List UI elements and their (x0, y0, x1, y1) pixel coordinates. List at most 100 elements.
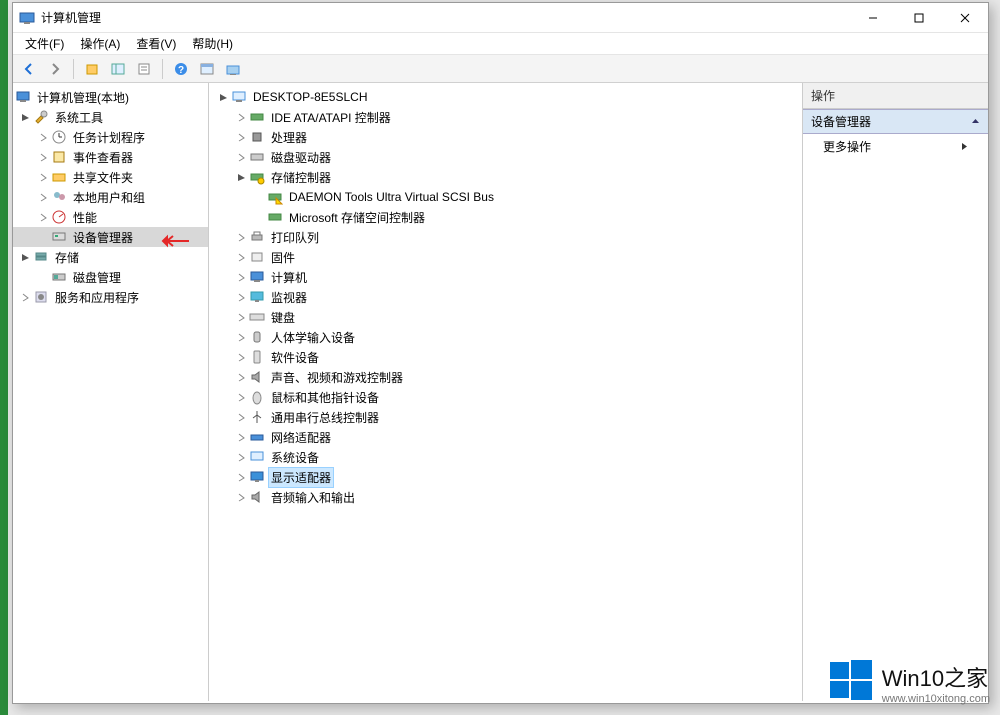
tree-label: IDE ATA/ATAPI 控制器 (269, 108, 393, 127)
device-disk-drives[interactable]: 磁盘驱动器 (209, 147, 802, 167)
expander-icon[interactable] (35, 133, 51, 142)
device-monitors[interactable]: 监视器 (209, 287, 802, 307)
expander-icon[interactable] (233, 233, 249, 242)
tree-item-local-users[interactable]: 本地用户和组 (13, 187, 208, 207)
tree-label: 存储控制器 (269, 168, 333, 187)
device-usb[interactable]: 通用串行总线控制器 (209, 407, 802, 427)
tree-item-disk-management[interactable]: 磁盘管理 (13, 267, 208, 287)
actions-header: 操作 (803, 83, 988, 109)
menu-view[interactable]: 查看(V) (128, 33, 184, 54)
device-daemon[interactable]: DAEMON Tools Ultra Virtual SCSI Bus (209, 187, 802, 207)
device-tree-pane[interactable]: DESKTOP-8E5SLCH IDE ATA/ATAPI 控制器 处理器 磁盘… (209, 83, 802, 701)
expander-icon[interactable] (35, 213, 51, 222)
expander-icon[interactable] (233, 333, 249, 342)
tree-label: DAEMON Tools Ultra Virtual SCSI Bus (287, 189, 496, 205)
expander-icon[interactable] (233, 113, 249, 122)
expander-icon[interactable] (17, 113, 33, 122)
expander-icon[interactable] (233, 373, 249, 382)
expander-icon[interactable] (233, 353, 249, 362)
tree-item-services[interactable]: 服务和应用程序 (13, 287, 208, 307)
tree-item-task-scheduler[interactable]: 任务计划程序 (13, 127, 208, 147)
firmware-icon (249, 249, 265, 265)
expander-icon[interactable] (17, 253, 33, 262)
tree-item-device-manager[interactable]: 设备管理器 (13, 227, 208, 247)
device-audio-io[interactable]: 音频输入和输出 (209, 487, 802, 507)
storage-ctrl-icon (267, 209, 283, 225)
expander-icon[interactable] (17, 293, 33, 302)
windows-logo-icon (828, 658, 874, 707)
device-root[interactable]: DESKTOP-8E5SLCH (209, 87, 802, 107)
expander-icon[interactable] (35, 153, 51, 162)
expander-icon[interactable] (35, 193, 51, 202)
forward-button[interactable] (43, 58, 67, 80)
tree-label: DESKTOP-8E5SLCH (251, 89, 370, 105)
device-hid[interactable]: 人体学输入设备 (209, 327, 802, 347)
expander-icon[interactable] (233, 413, 249, 422)
device-network[interactable]: 网络适配器 (209, 427, 802, 447)
minimize-button[interactable] (850, 3, 896, 33)
back-button[interactable] (17, 58, 41, 80)
device-software[interactable]: 软件设备 (209, 347, 802, 367)
expander-icon[interactable] (233, 153, 249, 162)
actions-more-label: 更多操作 (823, 138, 871, 155)
clock-icon (51, 129, 67, 145)
device-ms-storage[interactable]: Microsoft 存储空间控制器 (209, 207, 802, 227)
disk-icon (51, 269, 67, 285)
tree-item-shared-folders[interactable]: 共享文件夹 (13, 167, 208, 187)
expander-icon[interactable] (233, 473, 249, 482)
device-computer[interactable]: 计算机 (209, 267, 802, 287)
device-storage-controllers[interactable]: 存储控制器 (209, 167, 802, 187)
expander-icon[interactable] (233, 293, 249, 302)
expander-icon[interactable] (233, 313, 249, 322)
device-print-queues[interactable]: 打印队列 (209, 227, 802, 247)
properties-button[interactable] (132, 58, 156, 80)
expander-icon[interactable] (233, 453, 249, 462)
device-ide[interactable]: IDE ATA/ATAPI 控制器 (209, 107, 802, 127)
ide-icon (249, 109, 265, 125)
maximize-button[interactable] (896, 3, 942, 33)
toolbar-button[interactable] (195, 58, 219, 80)
device-system[interactable]: 系统设备 (209, 447, 802, 467)
device-firmware[interactable]: 固件 (209, 247, 802, 267)
up-button[interactable] (80, 58, 104, 80)
tree-item-root[interactable]: 计算机管理(本地) (13, 87, 208, 107)
tree-label: 系统工具 (53, 108, 105, 127)
close-button[interactable] (942, 3, 988, 33)
device-cpu[interactable]: 处理器 (209, 127, 802, 147)
collapse-icon[interactable] (971, 115, 980, 129)
expander-icon[interactable] (233, 493, 249, 502)
expander-icon[interactable] (233, 393, 249, 402)
expander-icon[interactable] (233, 433, 249, 442)
device-keyboards[interactable]: 键盘 (209, 307, 802, 327)
expander-icon[interactable] (215, 93, 231, 102)
expander-icon[interactable] (233, 133, 249, 142)
help-button[interactable]: ? (169, 58, 193, 80)
expander-icon[interactable] (35, 173, 51, 182)
tree-item-event-viewer[interactable]: 事件查看器 (13, 147, 208, 167)
tree-item-performance[interactable]: 性能 (13, 207, 208, 227)
event-icon (51, 149, 67, 165)
menu-file[interactable]: 文件(F) (17, 33, 72, 54)
device-mice[interactable]: 鼠标和其他指针设备 (209, 387, 802, 407)
computer-icon (249, 269, 265, 285)
tree-label: Microsoft 存储空间控制器 (287, 208, 427, 227)
tree-label: 软件设备 (269, 348, 321, 367)
show-hide-tree-button[interactable] (106, 58, 130, 80)
menu-help[interactable]: 帮助(H) (184, 33, 241, 54)
tree-label: 声音、视频和游戏控制器 (269, 368, 405, 387)
device-display[interactable]: 显示适配器 (209, 467, 802, 487)
menu-action[interactable]: 操作(A) (72, 33, 128, 54)
tree-item-system-tools[interactable]: 系统工具 (13, 107, 208, 127)
tree-label: 磁盘驱动器 (269, 148, 333, 167)
tree-label: 本地用户和组 (71, 188, 147, 207)
left-tree-pane[interactable]: 计算机管理(本地) 系统工具 任务计划程序 事件查看器 (13, 83, 209, 701)
expander-icon[interactable] (233, 173, 249, 182)
actions-section[interactable]: 设备管理器 (803, 109, 988, 134)
tree-item-storage[interactable]: 存储 (13, 247, 208, 267)
disk-icon (249, 149, 265, 165)
device-sound[interactable]: 声音、视频和游戏控制器 (209, 367, 802, 387)
expander-icon[interactable] (233, 273, 249, 282)
toolbar-button[interactable] (221, 58, 245, 80)
actions-more[interactable]: 更多操作 (803, 134, 988, 159)
expander-icon[interactable] (233, 253, 249, 262)
